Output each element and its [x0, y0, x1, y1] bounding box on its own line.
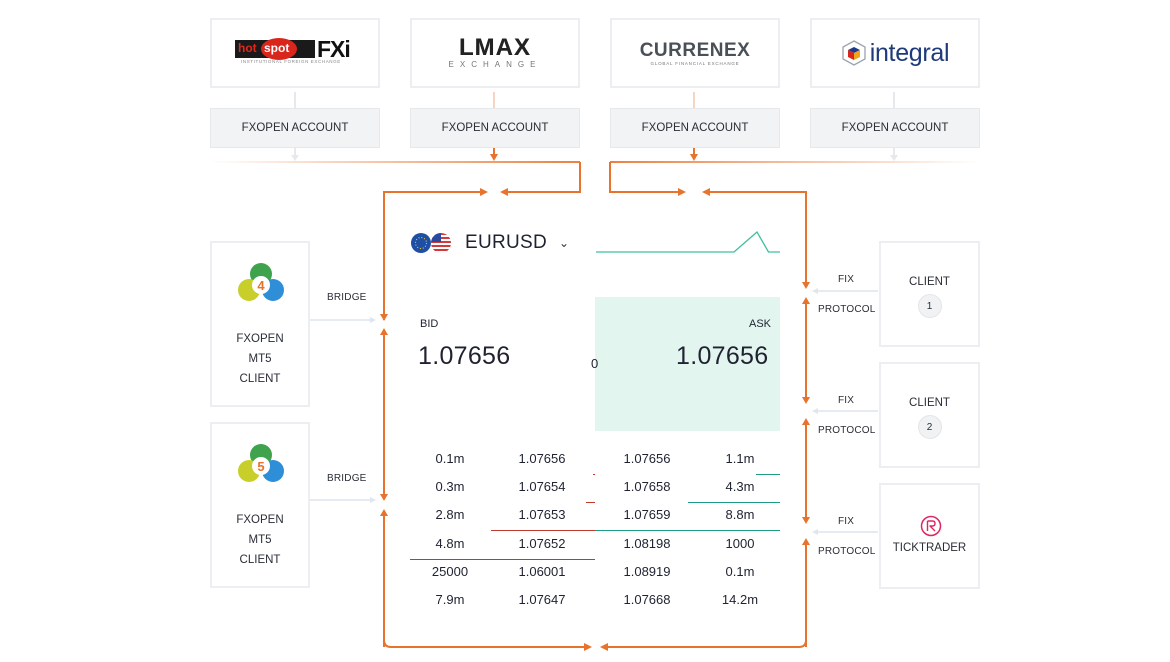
fxopen-account-4: FXOPEN ACCOUNT: [810, 108, 980, 148]
client-line: MT5: [248, 534, 272, 546]
client-1-card: CLIENT 1: [879, 241, 980, 347]
client-line: CLIENT: [239, 554, 281, 566]
order-book-bid-cell: 1.06001: [518, 563, 566, 579]
currenex-logo: CURRENEX GLOBAL FINANCIAL EXCHANGE: [639, 39, 751, 66]
bid-label: BID: [420, 318, 439, 330]
fxopen-account-2: FXOPEN ACCOUNT: [410, 108, 580, 148]
order-book-ask-cell: 1.07658: [623, 479, 671, 495]
client-number-badge: 2: [917, 415, 942, 439]
mt5-client-card: 5 FXOPEN MT5 CLIENT: [210, 422, 310, 588]
client-line: FXOPEN: [236, 333, 284, 345]
protocol-label: PROTOCOL: [818, 546, 876, 557]
sparkline-series: [596, 230, 780, 253]
order-book-bid-vol-cell: 0.1m: [435, 451, 465, 466]
ticktrader-label: TICKTRADER: [892, 542, 967, 554]
ticktrader-card: TICKTRADER: [879, 483, 980, 589]
fix-label: FIX: [838, 274, 855, 285]
order-book-ask-cell: 1.07668: [623, 592, 671, 607]
order-book-bid-vol-cell: 25000: [431, 563, 469, 579]
bid-depth-bar: [410, 558, 595, 560]
bid-price[interactable]: 1.07656: [418, 342, 510, 371]
ask-price[interactable]: 1.07656: [676, 342, 768, 371]
client-2-card: CLIENT 2: [879, 362, 980, 468]
svg-text:5: 5: [257, 459, 264, 474]
price-sparkline: [596, 230, 780, 253]
fix-label: FIX: [838, 395, 855, 406]
lmax-logo: LMAX EXCHANGE: [448, 34, 542, 70]
fix-label: FIX: [838, 516, 855, 527]
fxopen-account-1: FXOPEN ACCOUNT: [210, 108, 380, 148]
protocol-label: PROTOCOL: [818, 425, 876, 436]
ask-label: ASK: [749, 318, 772, 330]
lp-card-integral: integral: [810, 18, 980, 88]
bid-depth-bar: [585, 502, 595, 504]
order-book-ask-vol-cell: 0.1m: [725, 563, 755, 579]
order-book-ask-cell: 1.07659: [623, 507, 671, 523]
order-book-bid-cell: 1.07654: [518, 479, 566, 495]
eur-usd-flags-icon: [411, 233, 451, 253]
mt4-client-card: 4 FXOPEN MT5 CLIENT: [210, 241, 310, 407]
symbol-name: EURUSD: [465, 232, 548, 253]
bid-depth-bar: [491, 530, 595, 532]
lp-card-hotspot: hot spot FXi INSTITUTIONAL FOREIGN EXCHA…: [210, 18, 380, 88]
order-book-ask-vol-cell: 1.1m: [725, 451, 755, 466]
bid-depth-bar: [593, 474, 595, 475]
bridge-label: BRIDGE: [327, 473, 367, 484]
spread-value: 0: [591, 356, 599, 371]
client-line: FXOPEN: [236, 514, 284, 526]
order-book-bid-vol-cell: 2.8m: [435, 507, 465, 523]
order-book-bid-cell: 1.07647: [518, 592, 566, 607]
order-book-ask-vol-cell: 8.8m: [725, 507, 755, 523]
bridge-label: BRIDGE: [327, 292, 367, 303]
order-book-ask-vol-cell: 4.3m: [725, 479, 755, 495]
symbol-selector[interactable]: EURUSD ⌄: [410, 232, 569, 254]
order-book-bid-cell: 1.07653: [518, 507, 566, 523]
ask-depth-bar: [755, 474, 780, 475]
metatrader-4-icon: 4: [238, 263, 284, 301]
order-book-ask-vol-cell: 14.2m: [721, 592, 759, 607]
client-line: MT5: [248, 353, 272, 365]
order-book-bid-vol-cell: 0.3m: [435, 479, 465, 495]
arrow-down-icon: [490, 154, 498, 161]
order-book-ask-cell: 1.08919: [623, 563, 671, 579]
order-book-bid-cell: 1.07656: [518, 451, 566, 466]
lp-card-lmax: LMAX EXCHANGE: [410, 18, 580, 88]
arrow-down-icon: [690, 154, 698, 161]
svg-text:4: 4: [257, 278, 265, 293]
ask-depth-bar: [687, 502, 780, 504]
client-number-badge: 1: [917, 294, 942, 318]
order-book-bid-cell: 1.07652: [518, 535, 566, 551]
metatrader-5-icon: 5: [238, 444, 284, 482]
protocol-label: PROTOCOL: [818, 304, 876, 315]
chevron-down-icon[interactable]: ⌄: [559, 236, 569, 250]
integral-logo: integral: [812, 20, 978, 86]
order-book-bid-vol-cell: 4.8m: [435, 535, 465, 551]
order-book-ask-vol-cell: 1000: [725, 535, 755, 551]
ask-depth-bar: [595, 530, 780, 532]
ticktrader-icon: [920, 515, 942, 537]
order-book-bid-vol-cell: 7.9m: [435, 592, 465, 607]
order-book-ask-cell: 1.08198: [623, 535, 671, 551]
fxopen-account-3: FXOPEN ACCOUNT: [610, 108, 780, 148]
client-line: CLIENT: [239, 373, 281, 385]
client-label: CLIENT: [909, 276, 950, 288]
integral-cube-icon: [842, 40, 866, 66]
flow-connectors: [210, 92, 980, 651]
lp-card-currenex: CURRENEX GLOBAL FINANCIAL EXCHANGE: [610, 18, 780, 88]
order-book-ask-cell: 1.07656: [623, 451, 671, 466]
client-label: CLIENT: [909, 397, 950, 409]
hotspot-logo: hot spot FXi INSTITUTIONAL FOREIGN EXCHA…: [212, 20, 378, 86]
